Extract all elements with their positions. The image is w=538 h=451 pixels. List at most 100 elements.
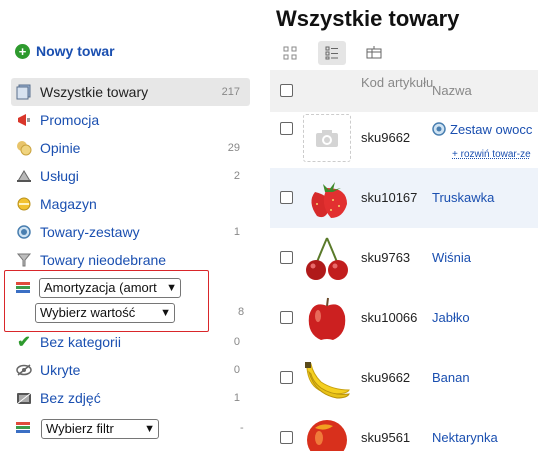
row-checkbox[interactable] [280,191,293,204]
filter-list-icon-2 [15,446,31,451]
table-view-button[interactable] [360,41,388,65]
apple-image [303,294,351,342]
sidebar-item-label: Bez kategorii [40,334,121,350]
nectarine-image [303,414,351,451]
table-row[interactable]: sku9662 Banan [270,348,538,408]
sidebar-item-label: Opinie [40,140,81,156]
attribute-select[interactable]: Amortyzacja (amort ▼ [39,278,181,298]
sidebar-item-no-photos[interactable]: Bez zdjęć 1 [11,384,250,412]
sidebar-item-label: Usługi [40,168,79,184]
sidebar-item-count: 1 [233,392,240,404]
row-checkbox[interactable] [280,311,293,324]
filter-list-icon [15,421,31,438]
banana-image [303,354,351,402]
row-checkbox[interactable] [280,431,293,444]
table-view-icon [366,46,382,59]
table-header: Kod artykułu Nazwa [270,70,538,112]
product-set-icon [432,122,446,136]
megaphone-icon [15,112,33,128]
sidebar-item-all-products[interactable]: Wszystkie towary 217 [11,78,250,106]
sidebar-item-label: Towary nieodebrane [40,252,167,268]
row-name-label: Zestaw owocc [450,122,533,137]
select-all-checkbox[interactable] [280,84,293,97]
row-sku: sku9561 [361,430,411,445]
table-row[interactable]: sku9763 Wiśnia [270,228,538,288]
no-photo-icon [15,390,33,406]
filter-select-count: - [240,422,244,434]
sidebar-item-label: Wszystkie towary [40,84,149,100]
sidebar-item-no-category[interactable]: ✔ Bez kategorii 0 [11,328,250,356]
sidebar-item-warehouse[interactable]: Magazyn [11,190,250,218]
new-item-button[interactable]: + Nowy towar [15,43,115,59]
reviews-icon [15,140,33,156]
sidebar-item-label: Magazyn [40,196,97,212]
value-select[interactable]: Wybierz wartość ▼ [35,303,175,323]
page-title: Wszystkie towary [276,6,460,31]
row-sku: sku9662 [361,370,411,385]
expand-set-link[interactable]: + rozwiń towar-ze [452,149,531,160]
row-sku: sku10066 [361,310,418,325]
filter-icon [15,281,31,298]
row-name[interactable]: Banan [432,370,470,385]
sidebar-item-count: 217 [221,86,240,98]
chevron-down-icon: ▼ [160,307,171,319]
column-header-name[interactable]: Nazwa [432,84,472,98]
sidebar-item-count: 0 [233,336,240,348]
chevron-down-icon: ▼ [166,282,177,294]
row-checkbox[interactable] [280,122,293,135]
funnel-icon [15,252,33,268]
checkmark-icon: ✔ [17,334,31,351]
row-checkbox[interactable] [280,371,293,384]
sidebar-item-label: Bez zdjęć [40,390,101,406]
row-name[interactable]: Truskawka [432,190,494,205]
filter-count: 8 [238,306,245,318]
row-name[interactable]: Nektarynka [432,430,498,445]
column-header-sku[interactable]: Kod artykułu [361,76,433,90]
cherry-image [303,234,351,282]
sidebar-item-promotion[interactable]: Promocja [11,106,250,134]
sidebar-item-label: Promocja [40,112,100,128]
row-name[interactable]: Wiśnia [432,250,471,265]
table-row[interactable]: sku9561 Nektarynka [270,408,538,451]
row-sku: sku9662 [361,130,411,145]
table-row[interactable]: sku10167 Truskawka [270,168,538,228]
chevron-down-icon: ▼ [144,423,155,435]
sidebar-item-count: 1 [233,226,240,238]
grid-view-button[interactable] [276,41,304,65]
bell-icon [15,168,33,184]
new-item-label: Nowy towar [36,43,115,59]
row-name[interactable]: Jabłko [432,310,470,325]
table-row[interactable]: sku10066 Jabłko [270,288,538,348]
row-sku: sku10167 [361,190,418,205]
eye-slash-icon [15,362,33,378]
sidebar-item-count: 2 [233,170,240,182]
products-icon [15,84,33,100]
sidebar: + Nowy towar Wszystkie towary 217 Promoc… [0,0,262,451]
filter-select[interactable]: Wybierz filtr ▼ [41,419,159,439]
list-view-icon [325,46,338,60]
sidebar-item-label: Ukryte [40,362,81,378]
warehouse-icon [15,196,33,212]
filter-select-value: Wybierz filtr [46,421,114,436]
plus-icon: + [15,43,30,59]
camera-placeholder-icon [303,114,351,162]
grid-view-icon [283,46,297,60]
row-checkbox[interactable] [280,251,293,264]
product-sets-icon [15,224,33,240]
sidebar-item-product-sets[interactable]: Towary-zestawy 1 [11,218,250,246]
attribute-select-value: Amortyzacja (amort [44,280,157,295]
list-view-button[interactable] [318,41,346,65]
sidebar-item-reviews[interactable]: Opinie 29 [11,134,250,162]
value-select-value: Wybierz wartość [40,305,136,320]
row-name[interactable]: Zestaw owocc [432,122,532,137]
sidebar-item-hidden[interactable]: Ukryte 0 [11,356,250,384]
table-row[interactable]: sku9662 Zestaw owocc + rozwiń towar-ze [270,108,538,168]
sidebar-item-count: 29 [227,142,240,154]
sidebar-item-label: Towary-zestawy [40,224,140,240]
row-sku: sku9763 [361,250,411,265]
strawberry-image [303,174,351,222]
sidebar-item-services[interactable]: Usługi 2 [11,162,250,190]
sidebar-nav-secondary: ✔ Bez kategorii 0 Ukryte 0 Bez zdjęć 1 [11,328,250,412]
sidebar-item-count: 0 [233,364,240,376]
sidebar-nav: Wszystkie towary 217 Promocja Opinie 29 … [11,78,250,274]
